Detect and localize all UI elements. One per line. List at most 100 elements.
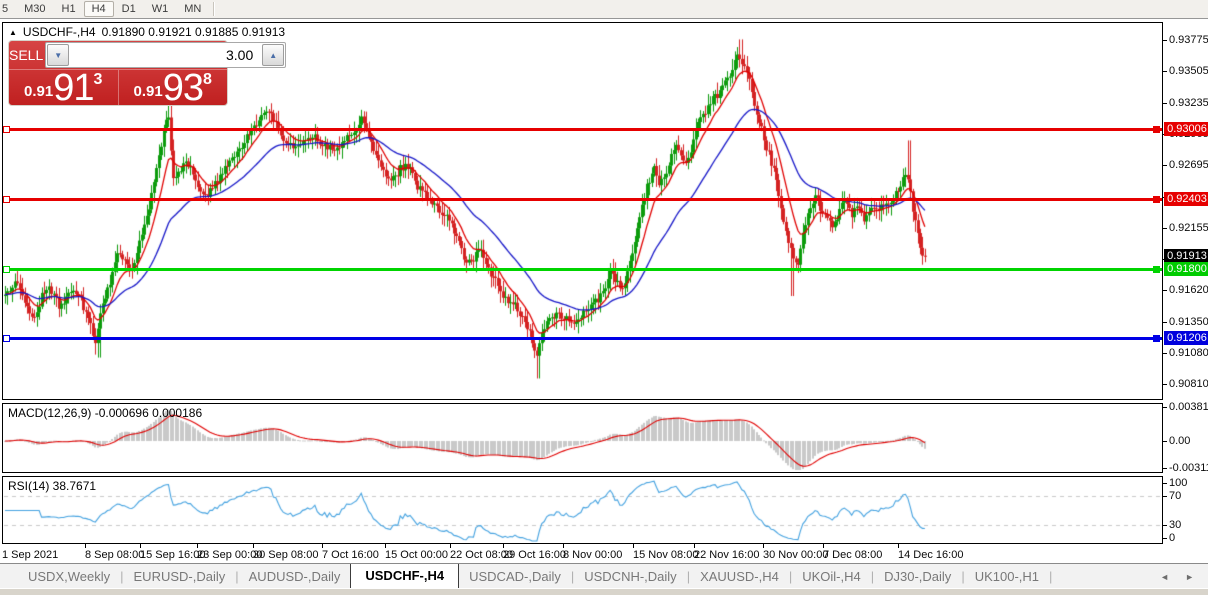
price-badge-0.92403: 0.92403: [1164, 192, 1208, 206]
rsi-axis-tick: [1163, 483, 1167, 484]
time-axis-label: 30 Nov 00:00: [763, 549, 828, 561]
time-axis-tick: [385, 544, 386, 548]
tab-scroll-right-icon[interactable]: ►: [1185, 572, 1194, 582]
hline-handle-right-0.91206[interactable]: [1153, 335, 1160, 342]
price-axis-label: 0.91080: [1169, 347, 1208, 360]
time-axis-tick: [898, 544, 899, 548]
chart-tab-ukoil-h4[interactable]: UKOil-,H4: [792, 566, 871, 587]
chart-tab-usdchf-h4[interactable]: USDCHF-,H4: [350, 564, 459, 589]
hline-0.918[interactable]: [3, 268, 1162, 271]
chart-tab-dj30-daily[interactable]: DJ30-,Daily: [874, 566, 961, 587]
rsi-axis-label: 100: [1169, 477, 1208, 490]
mt4-chart-window: 5M30H1H4D1W1MN ▲ USDCHF-,H4 0.91890 0.91…: [0, 0, 1208, 595]
time-axis-label: 8 Sep 08:00: [85, 549, 144, 561]
chart-tab-uk100-h1[interactable]: UK100-,H1: [965, 566, 1049, 587]
time-axis-label: 15 Sep 16:00: [140, 549, 205, 561]
hline-handle-left-0.91206[interactable]: [3, 335, 10, 342]
rsi-axis-tick: [1163, 496, 1167, 497]
time-axis-tick: [763, 544, 764, 548]
chart-tab-bar: USDX,Weekly|EURUSD-,Daily|AUDUSD-,DailyU…: [0, 563, 1208, 589]
rsi-axis-tick: [1163, 525, 1167, 526]
macd-axis-label: -0.003115: [1169, 462, 1208, 475]
time-axis-tick: [322, 544, 323, 548]
price-axis-label: 0.91350: [1169, 316, 1208, 329]
price-badge-0.93006: 0.93006: [1164, 122, 1208, 136]
hline-0.91206[interactable]: [3, 337, 1162, 340]
time-axis-label: 22 Nov 16:00: [694, 549, 759, 561]
sell-price-button[interactable]: 0.91913: [9, 70, 119, 105]
buy-price-big: 93: [163, 73, 203, 103]
price-axis-label: 0.92695: [1169, 159, 1208, 172]
price-axis-tick: [1163, 165, 1167, 166]
buy-button[interactable]: BUY: [288, 42, 317, 69]
time-axis-tick: [823, 544, 824, 548]
rsi-axis-label: 70: [1169, 490, 1208, 503]
time-axis-label: 8 Nov 00:00: [563, 549, 622, 561]
hline-handle-left-0.918[interactable]: [3, 266, 10, 273]
chart-header: ▲ USDCHF-,H4 0.91890 0.91921 0.91885 0.9…: [9, 25, 285, 39]
time-axis-label: 15 Nov 08:00: [633, 549, 698, 561]
tab-scroll-arrows: ◄ ►: [1160, 572, 1194, 582]
volume-decrease-button[interactable]: ▼: [47, 44, 69, 66]
price-axis-tick: [1163, 384, 1167, 385]
rsi-axis-label: 0: [1169, 532, 1208, 545]
chart-ohlc-values: 0.91890 0.91921 0.91885 0.91913: [102, 25, 286, 39]
price-axis-tick: [1163, 40, 1167, 41]
tab-separator: |: [1049, 569, 1052, 584]
rsi-axis-tick: [1163, 538, 1167, 539]
chart-tab-audusd-daily[interactable]: AUDUSD-,Daily: [239, 566, 351, 587]
sell-price-big: 91: [53, 73, 93, 103]
price-axis-label: 0.93505: [1169, 65, 1208, 78]
time-axis-tick: [563, 544, 564, 548]
hline-handle-right-0.93006[interactable]: [1153, 126, 1160, 133]
time-axis-tick: [450, 544, 451, 548]
horizontal-scrollbar-strip: [0, 588, 1208, 595]
hline-handle-left-0.93006[interactable]: [3, 126, 10, 133]
hline-handle-left-0.92403[interactable]: [3, 196, 10, 203]
hline-handle-right-0.918[interactable]: [1153, 266, 1160, 273]
tabs-holder: USDX,Weekly|EURUSD-,Daily|AUDUSD-,DailyU…: [18, 564, 1052, 589]
chart-tab-eurusd-daily[interactable]: EURUSD-,Daily: [124, 566, 236, 587]
time-axis-tick: [197, 544, 198, 548]
macd-axis-label: 0.00: [1169, 435, 1208, 448]
volume-spinner: ▼ ▲: [45, 42, 286, 68]
hline-handle-right-0.92403[interactable]: [1153, 196, 1160, 203]
time-axis-tick: [503, 544, 504, 548]
time-axis-tick: [85, 544, 86, 548]
chart-tab-xauusd-h4[interactable]: XAUUSD-,H4: [690, 566, 789, 587]
hline-0.93006[interactable]: [3, 128, 1162, 131]
price-axis-label: 0.93235: [1169, 97, 1208, 110]
price-axis-label: 0.90810: [1169, 378, 1208, 391]
price-axis-label: 0.93775: [1169, 34, 1208, 47]
macd-axis-tick: [1163, 468, 1167, 469]
price-badge-0.91206: 0.91206: [1164, 331, 1208, 345]
hline-0.92403[interactable]: [3, 198, 1162, 201]
buy-price-sup: 8: [203, 71, 212, 89]
tab-scroll-left-icon[interactable]: ◄: [1160, 572, 1169, 582]
macd-axis-tick: [1163, 441, 1167, 442]
one-click-trading-panel: SELL ▼ ▲ BUY 0.91913 0.91938: [8, 40, 228, 106]
volume-increase-button[interactable]: ▲: [262, 44, 284, 66]
rsi-label: RSI(14) 38.7671: [8, 479, 96, 493]
time-axis-label: 14 Dec 16:00: [898, 549, 963, 561]
time-axis-label: 29 Oct 16:00: [503, 549, 566, 561]
chart-tab-usdcad-daily[interactable]: USDCAD-,Daily: [459, 566, 571, 587]
price-axis-label: 0.91620: [1169, 284, 1208, 297]
collapse-triangle-icon[interactable]: ▲: [9, 28, 17, 37]
price-badge-0.91913: 0.91913: [1164, 249, 1208, 263]
price-axis-label: 0.92155: [1169, 222, 1208, 235]
macd-label: MACD(12,26,9) -0.000696 0.000186: [8, 406, 202, 420]
chart-tab-usdx-weekly[interactable]: USDX,Weekly: [18, 566, 120, 587]
triangle-up-icon: ▲: [269, 51, 277, 60]
buy-price-button[interactable]: 0.91938: [119, 70, 228, 105]
time-axis-label: 7 Oct 16:00: [322, 549, 379, 561]
time-axis-tick: [253, 544, 254, 548]
chart-tab-usdcnh-daily[interactable]: USDCNH-,Daily: [574, 566, 686, 587]
price-axis-tick: [1163, 228, 1167, 229]
macd-axis-label: 0.003811: [1169, 401, 1208, 414]
time-axis-label: 1 Sep 2021: [2, 549, 58, 561]
rsi-axis-label: 30: [1169, 519, 1208, 532]
price-axis-tick: [1163, 322, 1167, 323]
volume-input[interactable]: [70, 46, 261, 64]
sell-button[interactable]: SELL: [9, 42, 43, 69]
